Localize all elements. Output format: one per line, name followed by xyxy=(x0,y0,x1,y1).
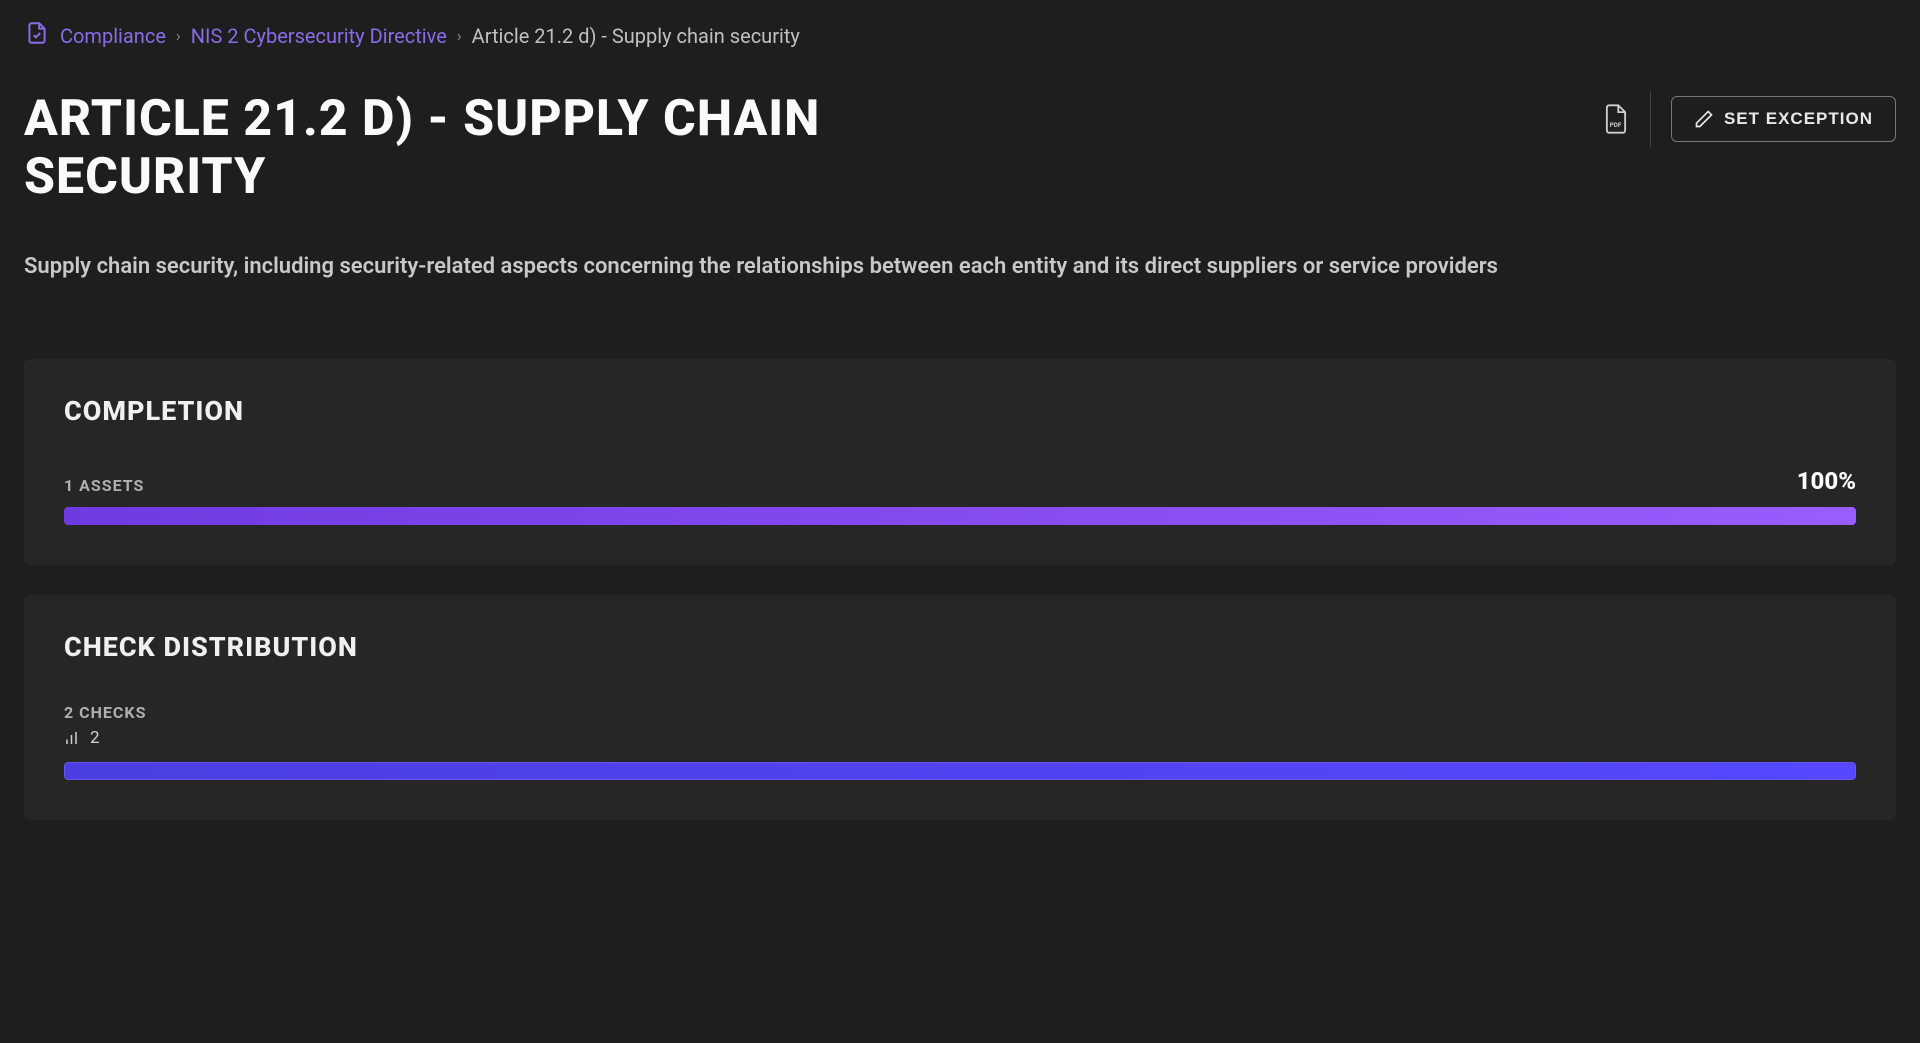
completion-progress-bar xyxy=(64,507,1856,525)
bar-chart-icon xyxy=(64,729,82,747)
breadcrumb-parent-link[interactable]: NIS 2 Cybersecurity Directive xyxy=(191,24,447,48)
page-title: ARTICLE 21.2 D) - SUPPLY CHAIN SECURITY xyxy=(24,91,924,206)
article-description: Supply chain security, including securit… xyxy=(24,254,1896,279)
set-exception-label: SET EXCEPTION xyxy=(1724,109,1873,129)
breadcrumb: Compliance › NIS 2 Cybersecurity Directi… xyxy=(24,20,1896,51)
check-distribution-title: CHECK DISTRIBUTION xyxy=(64,631,1856,663)
completion-percent: 100% xyxy=(1797,467,1856,495)
completion-panel: COMPLETION 1 ASSETS 100% xyxy=(24,359,1896,565)
vertical-divider xyxy=(1650,91,1651,147)
completion-meta-row: 1 ASSETS 100% xyxy=(64,467,1856,495)
export-pdf-icon[interactable]: PDF xyxy=(1602,103,1630,135)
svg-text:PDF: PDF xyxy=(1610,121,1622,129)
page-header: ARTICLE 21.2 D) - SUPPLY CHAIN SECURITY … xyxy=(24,91,1896,206)
assets-count-label: 1 ASSETS xyxy=(64,476,144,495)
breadcrumb-root-link[interactable]: Compliance xyxy=(60,24,166,48)
breadcrumb-separator: › xyxy=(176,26,181,45)
check-distribution-fill xyxy=(65,763,1855,779)
check-distribution-bar xyxy=(64,762,1856,780)
check-distribution-panel: CHECK DISTRIBUTION 2 CHECKS 2 xyxy=(24,595,1896,820)
completion-panel-title: COMPLETION xyxy=(64,395,1856,427)
set-exception-button[interactable]: SET EXCEPTION xyxy=(1671,96,1896,142)
breadcrumb-separator: › xyxy=(457,26,462,45)
checks-meta: 2 CHECKS 2 xyxy=(64,703,1856,748)
completion-progress-fill xyxy=(64,507,1856,525)
document-check-icon xyxy=(24,20,50,51)
checks-count-value: 2 xyxy=(90,728,100,748)
checks-count-row: 2 xyxy=(64,728,1856,748)
pencil-icon xyxy=(1694,109,1714,129)
breadcrumb-current: Article 21.2 d) - Supply chain security xyxy=(472,24,800,48)
header-actions: PDF SET EXCEPTION xyxy=(1602,91,1896,147)
checks-count-label: 2 CHECKS xyxy=(64,703,1856,722)
